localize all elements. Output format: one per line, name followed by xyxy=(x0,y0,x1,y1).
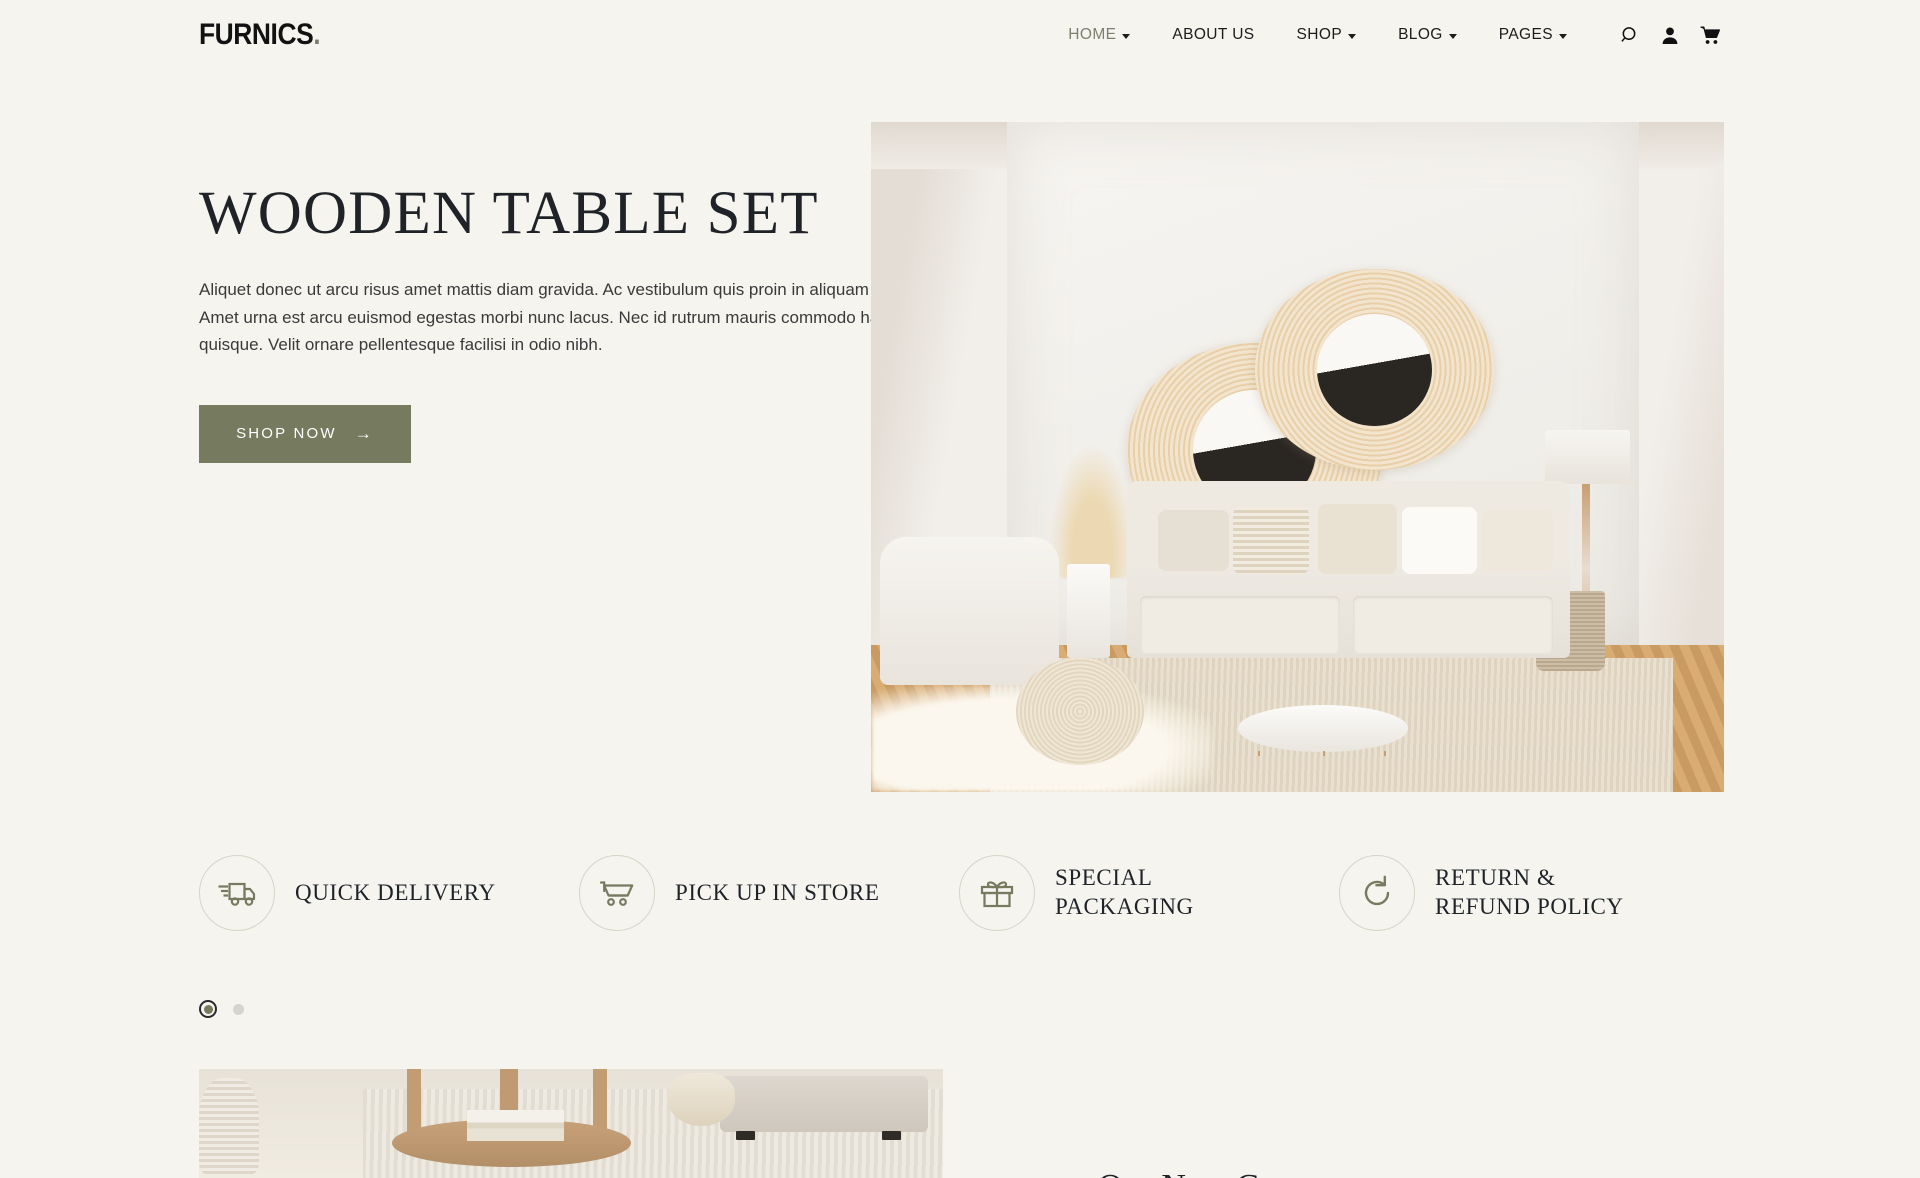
feature-label: RETURN & REFUND POLICY xyxy=(1435,865,1624,919)
bottom-sofa-leg-2 xyxy=(882,1131,902,1141)
hero-paragraph: Aliquet donec ut arcu risus amet mattis … xyxy=(199,280,964,355)
armchair xyxy=(879,537,1059,685)
bottom-sofa-leg-1 xyxy=(736,1131,756,1141)
nav-item-blog-label: BLOG xyxy=(1398,26,1443,43)
carousel-pagination xyxy=(199,1000,244,1018)
feature-special-packaging[interactable]: SPECIAL PACKAGING xyxy=(959,855,1339,931)
nav-item-blog[interactable]: BLOG xyxy=(1377,26,1478,44)
woven-pouf xyxy=(1016,658,1144,766)
bottom-section-heading: Our New Company xyxy=(1098,1168,1372,1178)
shopping-cart-icon[interactable] xyxy=(1700,26,1721,45)
header-icon-group xyxy=(1621,26,1721,45)
chevron-down-icon xyxy=(1122,33,1131,39)
feature-quick-delivery[interactable]: QUICK DELIVERY xyxy=(199,855,579,931)
sofa xyxy=(1126,481,1571,658)
nav-item-home-label: HOME xyxy=(1068,26,1117,43)
throw-pillow-4 xyxy=(1481,510,1553,572)
chevron-down-icon xyxy=(1348,33,1357,39)
user-account-icon[interactable] xyxy=(1661,26,1679,45)
table-leg-1 xyxy=(1258,750,1260,757)
arrow-right-icon: → xyxy=(354,424,374,444)
throw-pillow-2 xyxy=(1233,506,1309,575)
throw-pillow-1 xyxy=(1157,510,1229,572)
nav-item-pages-label: PAGES xyxy=(1498,26,1553,43)
nav-item-about-us-label: ABOUT US xyxy=(1172,26,1255,43)
table-leg-3 xyxy=(1384,750,1387,757)
rattan-mirror-right xyxy=(1254,269,1494,471)
nav-item-home[interactable]: HOME xyxy=(1047,26,1151,44)
bottom-throw-blanket xyxy=(667,1073,735,1126)
shopping-cart-icon xyxy=(579,855,655,931)
pampas-grass xyxy=(1050,443,1136,578)
floor-vase xyxy=(1067,564,1110,658)
bottom-sofa xyxy=(719,1075,929,1141)
refresh-rotate-icon xyxy=(1339,855,1415,931)
sofa-cushion-left xyxy=(1140,596,1340,654)
nav-item-pages[interactable]: PAGES xyxy=(1478,26,1588,44)
brand-logo-text: FURNICS xyxy=(199,18,314,51)
throw-pillow-3 xyxy=(1401,506,1478,575)
feature-label: PICK UP IN STORE xyxy=(675,879,880,905)
bottom-ribbed-vase xyxy=(199,1077,259,1174)
chevron-down-icon xyxy=(1559,33,1567,39)
delivery-truck-icon xyxy=(199,855,275,931)
carousel-dot-1[interactable] xyxy=(199,1000,217,1018)
sofa-cushion-right xyxy=(1353,596,1553,654)
knit-throw-blanket xyxy=(1317,503,1398,575)
feature-label: QUICK DELIVERY xyxy=(295,879,496,905)
brand-logo[interactable]: FURNICS. xyxy=(199,18,321,51)
search-icon[interactable] xyxy=(1621,26,1640,45)
features-section: QUICK DELIVERY PICK UP IN STORE SPECIAL xyxy=(0,855,1920,931)
feature-label: SPECIAL PACKAGING xyxy=(1055,865,1194,919)
chevron-down-icon xyxy=(1448,33,1457,39)
hero-section: WOODEN TABLE SET Aliquet donec ut arcu r… xyxy=(0,70,1920,810)
site-header: FURNICS. HOME ABOUT US SHOP BLOG PAGES xyxy=(0,0,1920,70)
feature-return-refund-policy[interactable]: RETURN & REFUND POLICY xyxy=(1339,855,1719,931)
nav-item-shop[interactable]: SHOP xyxy=(1276,26,1378,44)
nav-item-about-us[interactable]: ABOUT US xyxy=(1151,26,1275,44)
shop-now-button[interactable]: SHOP NOW → xyxy=(199,404,411,463)
nav-item-shop-label: SHOP xyxy=(1296,26,1343,43)
bottom-table-leg-left xyxy=(407,1069,421,1133)
brand-logo-dot: . xyxy=(313,18,321,51)
table-leg-2 xyxy=(1323,750,1325,757)
shop-now-button-label: SHOP NOW xyxy=(236,425,337,443)
hero-image xyxy=(871,122,1724,792)
header-right: HOME ABOUT US SHOP BLOG PAGES xyxy=(1047,26,1721,45)
feature-pick-up-in-store[interactable]: PICK UP IN STORE xyxy=(579,855,959,931)
coffee-table xyxy=(1237,704,1409,757)
main-navigation: HOME ABOUT US SHOP BLOG PAGES xyxy=(1047,26,1588,44)
floor-lamp-shade xyxy=(1544,430,1631,484)
bottom-table-leg-right xyxy=(593,1069,607,1133)
gift-box-icon xyxy=(959,855,1035,931)
carousel-dot-2[interactable] xyxy=(233,1003,244,1015)
bottom-showcase-image xyxy=(199,1069,943,1178)
bottom-stacked-books xyxy=(466,1110,564,1141)
